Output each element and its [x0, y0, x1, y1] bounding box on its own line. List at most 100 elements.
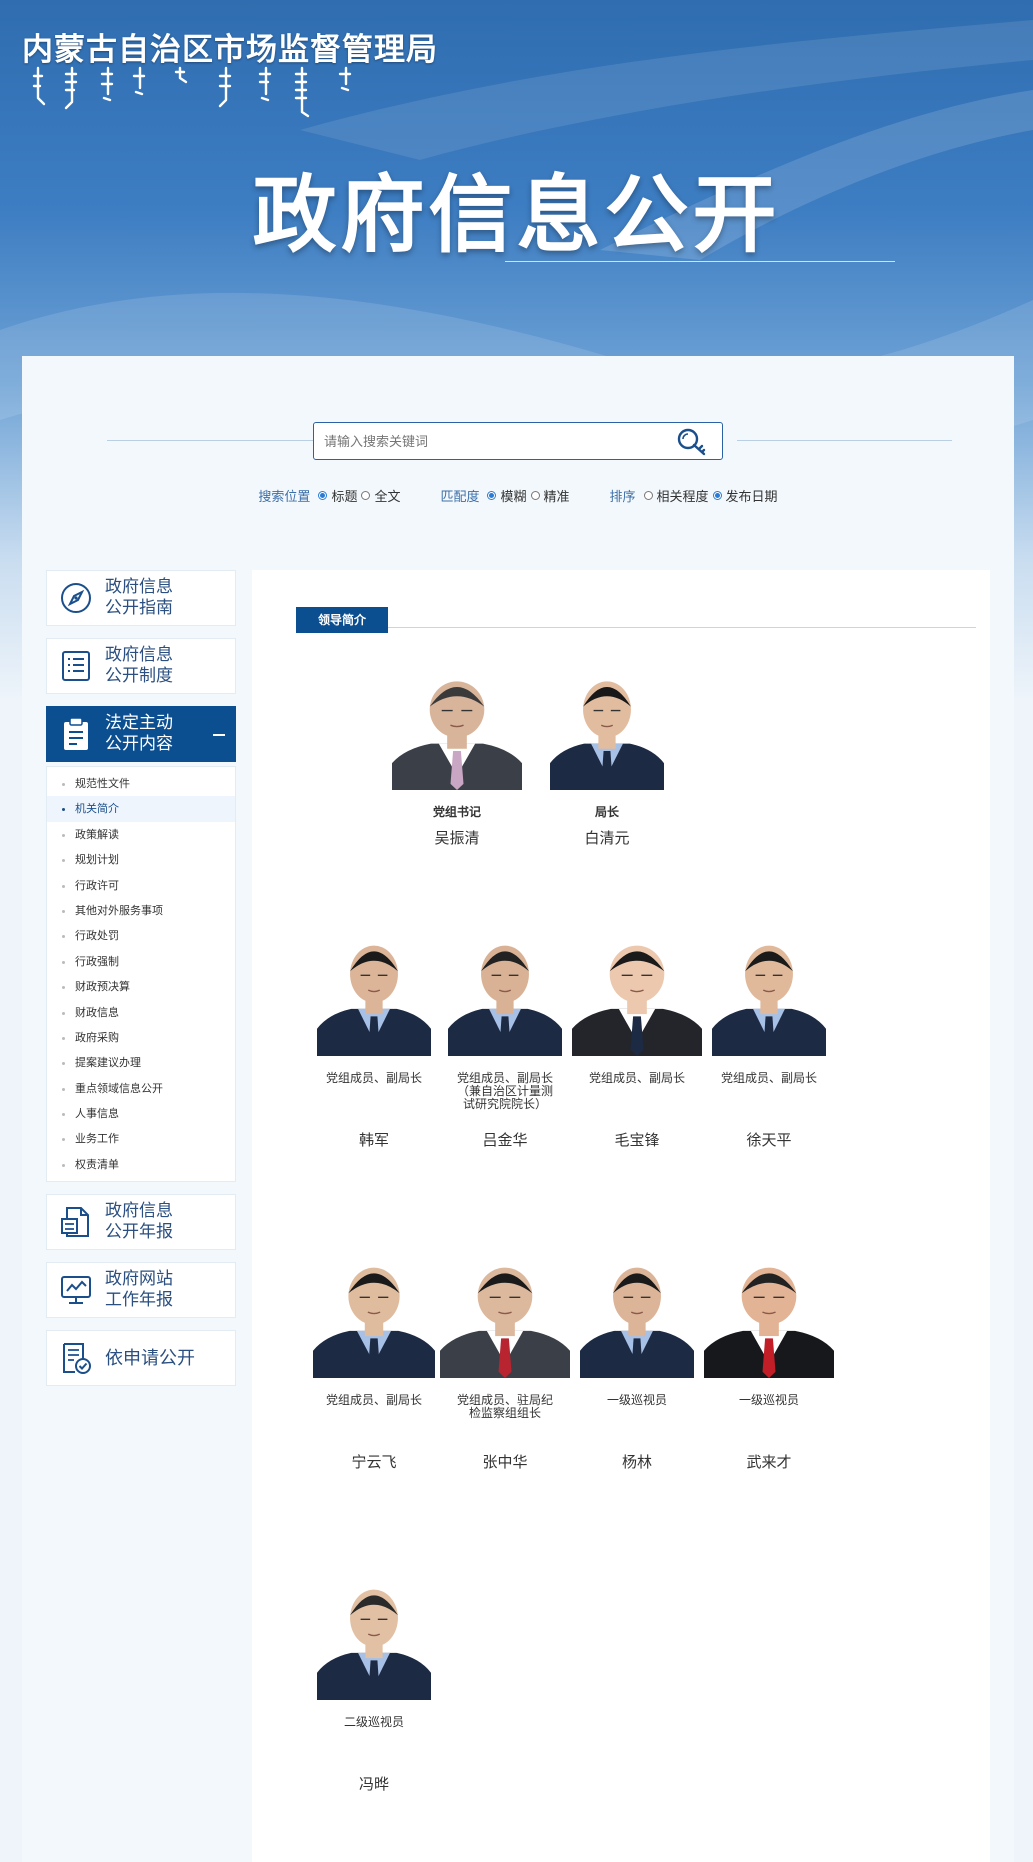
leader-name[interactable]: 张中华	[430, 1451, 580, 1472]
leader-card[interactable]: 一级巡视员 杨林	[562, 1254, 712, 1472]
leader-role-line: 检监察组组长	[468, 1406, 541, 1420]
leader-card[interactable]: 党组成员、副局长徐天平	[694, 932, 844, 1150]
clipboard-icon	[64, 717, 88, 750]
sidebar-item-website[interactable]: 政府网站 工作年报	[46, 1262, 236, 1319]
radio-exact-label[interactable]: 精准	[544, 486, 570, 505]
agency-title[interactable]: 内蒙古自治区市场监督管理局	[22, 24, 438, 69]
leader-photo	[580, 1254, 694, 1378]
sidebar-item-statutory[interactable]: 法定主动 公开内容	[46, 706, 236, 762]
leader-role: 党组成员、副局长	[325, 1393, 422, 1407]
sidebar-system-line1: 政府信息	[105, 645, 173, 665]
search-position-label: 搜索位置	[258, 490, 311, 505]
search-options: 搜索位置 标题 全文 匹配度 模糊 精准 排序 相关程度 发布日期	[22, 486, 1014, 505]
content-area: 领导简介 党组书记 吴振清 局长 白清元 党组成员、副局长 韩军 党组成员、副局长 （兼自治区…	[252, 570, 990, 1862]
sidebar-subitem[interactable]: 行政许可	[47, 873, 235, 898]
application-check-icon	[63, 1343, 91, 1375]
leader-card[interactable]: 党组成员、副局长 （兼自治区计量测 试研究院院长） 吕金华	[430, 932, 580, 1150]
sidebar-subitem[interactable]: 行政强制	[47, 949, 235, 974]
leader-role: 党组成员、副局长 （兼自治区计量测 试研究院院长）	[430, 1072, 580, 1111]
leader-role: 党组成员、副局长	[720, 1071, 817, 1085]
sidebar-subitem[interactable]: 提案建议办理	[47, 1050, 235, 1075]
sidebar-item-apply[interactable]: 依申请公开	[46, 1330, 236, 1387]
sidebar-subitem[interactable]: 其他对外服务事项	[47, 898, 235, 923]
leader-role: 一级巡视员	[606, 1393, 667, 1407]
sidebar-subitem[interactable]: 规范性文件	[47, 771, 235, 796]
search-decoration-right	[737, 440, 952, 441]
sidebar-subitem[interactable]: 政府采购	[47, 1025, 235, 1050]
sidebar-annual-line2: 公开年报	[105, 1222, 173, 1243]
sidebar-subitem[interactable]: 人事信息	[47, 1101, 235, 1126]
leader-card[interactable]: 党组成员、驻局纪 检监察组组长 张中华	[430, 1254, 580, 1472]
leader-name[interactable]: 冯晔	[299, 1773, 449, 1794]
sidebar-subitem[interactable]: 财政预决算	[47, 974, 235, 999]
main-panel: 搜索位置 标题 全文 匹配度 模糊 精准 排序 相关程度 发布日期	[22, 356, 1014, 1862]
sidebar-statutory-line2: 公开内容	[105, 734, 173, 754]
sidebar-item-system[interactable]: 政府信息 公开制度	[46, 638, 236, 694]
radio-relevance[interactable]	[643, 491, 653, 500]
tab-leaders[interactable]: 领导简介	[296, 607, 388, 633]
leader-name[interactable]: 韩军	[299, 1129, 449, 1150]
sidebar-subitem[interactable]: 行政处罚	[47, 923, 235, 948]
leader-role: 一级巡视员	[738, 1393, 799, 1407]
collapse-minus-icon[interactable]	[213, 734, 225, 736]
leader-card[interactable]: 党组成员、副局长宁云飞	[299, 1254, 449, 1472]
match-label: 匹配度	[440, 490, 480, 505]
sidebar-subitem[interactable]: 重点领域信息公开	[47, 1076, 235, 1101]
leader-name[interactable]: 武来才	[694, 1451, 844, 1472]
sidebar-subitem[interactable]: 财政信息	[47, 1000, 235, 1025]
leader-name[interactable]: 吴振清	[382, 827, 532, 848]
sidebar-sublist: 规范性文件 机关简介 政策解读 规划计划 行政许可 其他对外服务事项 行政处罚 …	[46, 766, 236, 1183]
leader-photo	[550, 668, 664, 790]
sidebar-website-line1: 政府网站	[105, 1269, 173, 1290]
hero-divider	[505, 261, 895, 262]
leader-name[interactable]: 徐天平	[694, 1129, 844, 1150]
sidebar-website-line2: 工作年报	[105, 1290, 173, 1311]
sidebar-subitem[interactable]: 业务工作	[47, 1126, 235, 1151]
sidebar-statutory-line1: 法定主动	[105, 713, 173, 733]
sidebar-annual-line1: 政府信息	[105, 1201, 173, 1222]
leader-photo	[440, 1254, 570, 1378]
sidebar-item-guide[interactable]: 政府信息 公开指南	[46, 570, 236, 626]
sidebar-item-annual[interactable]: 政府信息 公开年报	[46, 1194, 236, 1251]
sidebar-subitem[interactable]: 政策解读	[47, 822, 235, 847]
match-group: 匹配度 模糊 精准	[440, 486, 569, 505]
leader-name[interactable]: 白清元	[532, 827, 682, 848]
radio-exact[interactable]	[530, 491, 540, 500]
leader-card[interactable]: 党组成员、副局长韩军	[299, 932, 449, 1150]
report-document-icon	[61, 1207, 89, 1238]
search-key-icon	[677, 428, 706, 456]
search-box	[313, 422, 723, 460]
sidebar-subitem[interactable]: 规划计划	[47, 847, 235, 872]
radio-fuzzy-label[interactable]: 模糊	[500, 486, 526, 505]
leader-card[interactable]: 局长 白清元	[532, 668, 682, 848]
radio-date[interactable]	[712, 491, 722, 500]
sidebar-subitem[interactable]: 机关简介	[47, 796, 235, 822]
leader-name[interactable]: 杨林	[562, 1451, 712, 1472]
radio-title-label[interactable]: 标题	[331, 486, 357, 505]
radio-date-label[interactable]: 发布日期	[726, 486, 778, 505]
leader-name[interactable]: 吕金华	[430, 1129, 580, 1150]
leader-photo	[712, 932, 826, 1056]
radio-title[interactable]	[318, 491, 328, 500]
sidebar-system-line2: 公开制度	[105, 666, 173, 686]
leader-role: 党组成员、副局长	[325, 1071, 422, 1085]
leader-card[interactable]: 党组书记 吴振清	[382, 668, 532, 848]
hero-title: 政府信息公开	[252, 166, 781, 264]
radio-fuzzy[interactable]	[487, 491, 497, 500]
search-position-group: 搜索位置 标题 全文	[258, 486, 400, 505]
mongolian-script-logo	[32, 66, 352, 118]
leader-photo	[317, 932, 431, 1056]
leader-card[interactable]: 一级巡视员 武来才	[694, 1254, 844, 1472]
search-button[interactable]	[676, 427, 708, 461]
leader-name[interactable]: 毛宝锋	[562, 1129, 712, 1150]
leader-card[interactable]: 二级巡视员 冯晔	[299, 1576, 449, 1794]
leader-role: 二级巡视员	[343, 1715, 404, 1729]
radio-fulltext-label[interactable]: 全文	[374, 486, 400, 505]
leader-name[interactable]: 宁云飞	[299, 1451, 449, 1472]
sort-group: 排序 相关程度 发布日期	[610, 486, 778, 505]
radio-relevance-label[interactable]: 相关程度	[657, 486, 709, 505]
leader-card[interactable]: 党组成员、副局长 毛宝锋	[562, 932, 712, 1150]
search-input[interactable]	[322, 429, 656, 455]
radio-fulltext[interactable]	[361, 491, 371, 500]
sidebar-subitem[interactable]: 权责清单	[47, 1152, 235, 1177]
